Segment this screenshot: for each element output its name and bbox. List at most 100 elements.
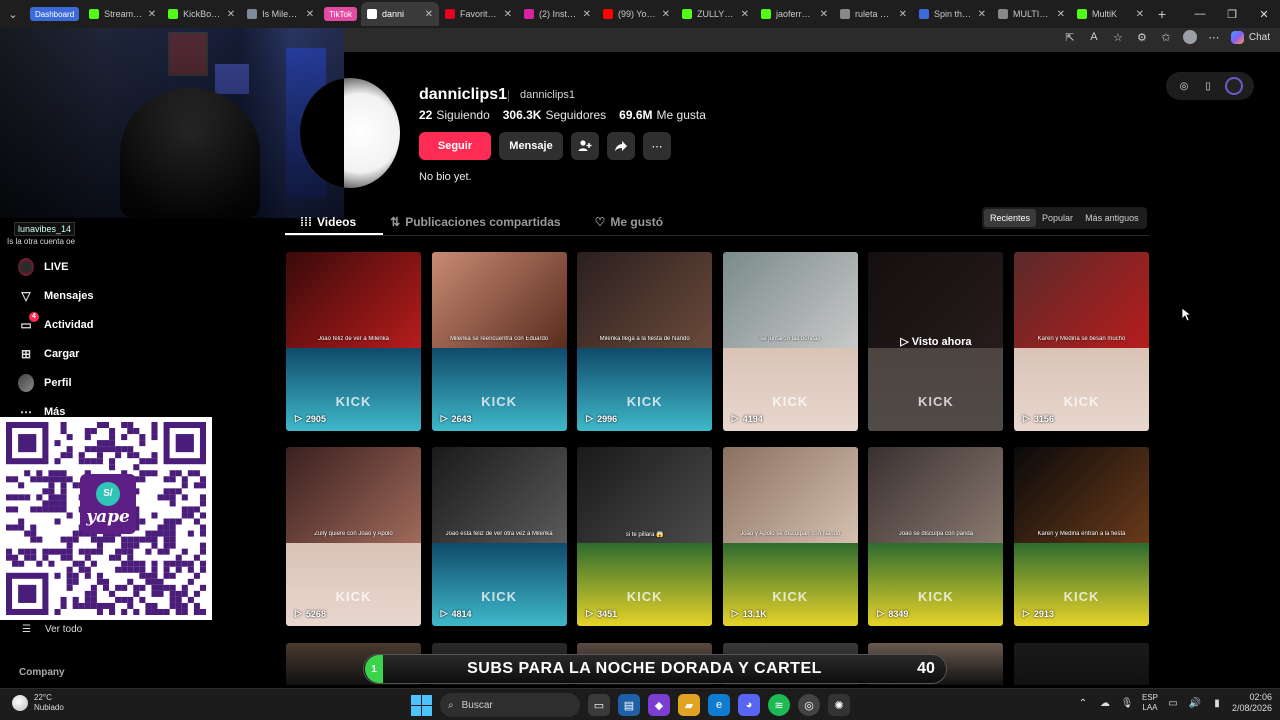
stat-followers[interactable]: 306.3K Seguidores: [503, 108, 606, 122]
browser-tab[interactable]: Spin the W ✕: [913, 2, 992, 26]
video-card[interactable]: Zully quiere con Joao y Apolo KICK ▷ 5268: [286, 447, 421, 626]
task-view-icon[interactable]: ▭: [588, 694, 610, 716]
onedrive-icon[interactable]: ☁: [1098, 696, 1112, 710]
close-window-icon[interactable]: ✕: [1248, 0, 1280, 28]
tab-close-icon[interactable]: ✕: [227, 9, 235, 20]
browser-tab[interactable]: Favoritos | ✕: [439, 2, 518, 26]
video-card[interactable]: se juntaron las bonitas KICK ▷ 4194: [722, 252, 858, 431]
tab-close-icon[interactable]: ✕: [820, 9, 828, 20]
tab-close-icon[interactable]: ✕: [899, 9, 907, 20]
video-card[interactable]: Karen y Medina entran a la fiesta KICK ▷ 29…: [1014, 447, 1149, 626]
add-friend-icon[interactable]: [571, 132, 599, 160]
tab-close-icon[interactable]: ✕: [1057, 9, 1065, 20]
video-card[interactable]: si te pillara 😱 KICK ▷ 3451: [577, 447, 713, 626]
sidebar-item-live[interactable]: LIVE: [18, 252, 218, 281]
tab-group-label[interactable]: TikTok: [324, 7, 357, 21]
user-avatar[interactable]: [1225, 77, 1243, 95]
browser-tab[interactable]: KickBot TI ✕: [162, 2, 241, 26]
tray-chevron-icon[interactable]: ⌃: [1076, 696, 1090, 710]
browser-tab[interactable]: MultiK ✕: [1071, 2, 1150, 26]
battery-icon[interactable]: ▮: [1210, 696, 1224, 710]
coin-icon[interactable]: ◎: [1177, 79, 1191, 93]
discord-icon[interactable]: ◕: [738, 694, 760, 716]
tab-close-icon[interactable]: ✕: [1136, 9, 1144, 20]
profile-bio: No bio yet.: [419, 171, 472, 183]
browser-tab[interactable]: ZULLYY_C ✕: [676, 2, 755, 26]
video-card[interactable]: Milenka se reencuentra con Eduardo KICK ▷ 2…: [431, 252, 567, 431]
file-explorer-icon[interactable]: ▰: [678, 694, 700, 716]
browser-tab[interactable]: jaoferreira ✕: [755, 2, 834, 26]
new-tab-plus-icon[interactable]: +: [1150, 6, 1174, 22]
copilot-chat-button[interactable]: Chat: [1230, 30, 1270, 44]
network-icon[interactable]: ▭: [1166, 696, 1180, 710]
tab-reposts[interactable]: ⇅ Publicaciones compartidas: [390, 212, 560, 232]
tab-close-icon[interactable]: ✕: [425, 9, 433, 20]
favorite-star-icon[interactable]: ☆: [1111, 30, 1125, 44]
message-button[interactable]: Mensaje: [499, 132, 563, 160]
browser-tab[interactable]: ruleta unli ✕: [834, 2, 913, 26]
language-indicator[interactable]: ESP LAA: [1142, 693, 1158, 713]
minimize-icon[interactable]: —: [1184, 0, 1216, 28]
tab-close-icon[interactable]: ✕: [741, 9, 749, 20]
tab-close-icon[interactable]: ✕: [504, 9, 512, 20]
sidebar-item-profile[interactable]: Perfil: [18, 368, 218, 397]
follow-button[interactable]: Seguir: [419, 132, 491, 160]
profile-avatar[interactable]: [300, 78, 400, 188]
footer-company[interactable]: Company: [19, 667, 65, 678]
browser-tab[interactable]: Stream - K ✕: [83, 2, 162, 26]
favorites-list-icon[interactable]: ✩: [1159, 30, 1173, 44]
browser-tab[interactable]: MULTIKICK ✕: [992, 2, 1071, 26]
tab-close-icon[interactable]: ✕: [148, 9, 156, 20]
video-card[interactable]: Milenka llega a la fiesta de Nando KICK ▷ 2…: [577, 252, 713, 431]
open-app-icon[interactable]: ⇱: [1063, 30, 1077, 44]
stat-following[interactable]: 22 Siguiendo: [419, 108, 490, 122]
clock[interactable]: 02:06 2/08/2026: [1232, 692, 1272, 714]
spotify-icon[interactable]: ≋: [768, 694, 790, 716]
read-aloud-icon[interactable]: A: [1087, 30, 1101, 44]
more-options-icon[interactable]: ⋯: [643, 132, 671, 160]
tab-close-icon[interactable]: ✕: [583, 9, 591, 20]
restore-icon[interactable]: ❐: [1216, 0, 1248, 28]
sort-oldest[interactable]: Más antiguos: [1079, 209, 1145, 227]
mic-icon[interactable]: 🎙: [1120, 696, 1134, 710]
video-card[interactable]: Karen y Medina se besan mucho KICK ▷ 3156: [1014, 252, 1149, 431]
edge-icon[interactable]: e: [708, 694, 730, 716]
obs-icon[interactable]: ◎: [798, 694, 820, 716]
device-icon[interactable]: ▯: [1201, 79, 1215, 93]
notepad-icon[interactable]: ▤: [618, 694, 640, 716]
video-card[interactable]: KICK ▷ Visto ahora: [868, 252, 1004, 431]
sidebar-item-activity[interactable]: ▭ 4 Actividad: [18, 310, 218, 339]
browser-tab[interactable]: danni ✕: [360, 2, 439, 26]
video-card[interactable]: Joao feliz de ver a Milenka KICK ▷ 2905: [286, 252, 421, 431]
video-card[interactable]: Joao y Apolo se disculpan con Nando KICK ▷…: [722, 447, 858, 626]
sidebar-item-upload[interactable]: ⊞ Cargar: [18, 339, 218, 368]
video-card-partial[interactable]: [1014, 643, 1149, 685]
sort-recent[interactable]: Recientes: [984, 209, 1037, 227]
volume-icon[interactable]: 🔊: [1188, 696, 1202, 710]
sort-popular[interactable]: Popular: [1036, 209, 1079, 227]
tab-close-icon[interactable]: ✕: [306, 9, 314, 20]
tab-close-icon[interactable]: ✕: [662, 9, 670, 20]
taskbar-search[interactable]: ⌕ Buscar: [440, 693, 580, 717]
sidebar-item-messages[interactable]: ▽ Mensajes: [18, 281, 218, 310]
extensions-icon[interactable]: ⚙: [1135, 30, 1149, 44]
kick-icon: [89, 9, 100, 19]
tab-list-chevron-icon[interactable]: ⌄: [0, 0, 26, 28]
video-card[interactable]: Joao se disculpa con panda KICK ▷ 8349: [868, 447, 1004, 626]
browser-tab[interactable]: Is Milenka ✕: [241, 2, 320, 26]
tab-liked[interactable]: ♡ Me gustó: [595, 212, 663, 232]
share-icon[interactable]: [607, 132, 635, 160]
browser-tab[interactable]: (2) Instagra ✕: [518, 2, 597, 26]
chatgpt-icon[interactable]: ✺: [828, 694, 850, 716]
tab-close-icon[interactable]: ✕: [978, 9, 986, 20]
tab-videos[interactable]: ⁞⁞⁞ Videos: [300, 212, 356, 232]
browser-tab[interactable]: (99) YouTu ✕: [597, 2, 676, 26]
tab-group-label[interactable]: Dashboard: [30, 7, 80, 21]
weather-widget[interactable]: 22°C Nubiado: [12, 693, 64, 713]
browser-profile-avatar[interactable]: [1182, 30, 1197, 44]
video-card[interactable]: Joao esta feliz de ver otra vez a Milenk…: [431, 447, 567, 626]
see-all-link[interactable]: ☰ Ver todo: [22, 624, 82, 635]
browser-menu-icon[interactable]: ⋯: [1207, 30, 1221, 44]
windows-start-icon[interactable]: [410, 694, 432, 716]
copilot-app-icon[interactable]: ◆: [648, 694, 670, 716]
